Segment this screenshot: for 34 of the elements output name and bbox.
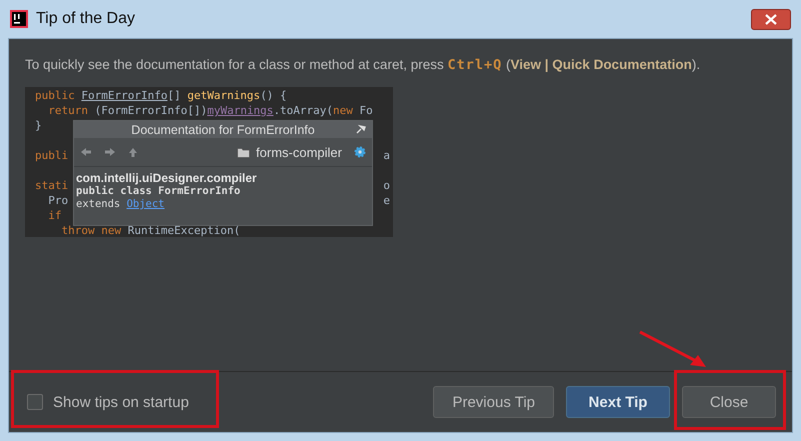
pin-icon[interactable] [356,124,366,134]
code-line: throw new RuntimeException( [60,223,240,237]
dialog-button[interactable]: Close [682,386,776,418]
module-name: forms-compiler [256,144,342,160]
code-line: return (FormErrorInfo[])myWarnings.toArray(new Fo [47,103,373,118]
window-title: Tip of the Day [36,10,136,28]
popup-title: Documentation for FormErrorInfo [131,122,315,136]
extends-text: extends [76,198,122,210]
next-button[interactable]: Next Tip [566,386,670,418]
code-line: if [47,208,62,223]
app-icon [10,10,28,28]
code-line: publi [35,148,68,163]
folder-icon [237,146,250,158]
dialog-button[interactable]: Previous Tip [433,386,554,418]
gear-icon[interactable] [354,146,366,158]
annotation-arrow [638,330,708,370]
package-name: com.intellij.uiDesigner.compiler [76,171,258,185]
code-fragment: o [383,178,390,193]
checkbox[interactable] [27,394,43,410]
code-line: public FormErrorInfo[] getWarnings() { [35,88,287,103]
class-signature: public class FormErrorInfo [76,185,242,198]
close-button[interactable] [751,8,791,30]
tip-text: To quickly see the documentation for a class or method at caret, press Ctrl+Q (View | Quick Documentation). [25,57,702,73]
code-fragment: a [383,148,390,163]
forward-icon[interactable] [104,147,116,157]
close-icon [765,14,777,24]
code-line: Pro [47,193,68,208]
code-line: stati [35,178,68,193]
code-fragment: e [383,193,390,208]
code-line: } [35,118,42,133]
up-icon[interactable] [128,146,138,158]
checkbox-label: Show tips on startup [53,394,189,410]
object-link[interactable]: Object [126,198,165,210]
back-icon[interactable] [80,147,92,157]
